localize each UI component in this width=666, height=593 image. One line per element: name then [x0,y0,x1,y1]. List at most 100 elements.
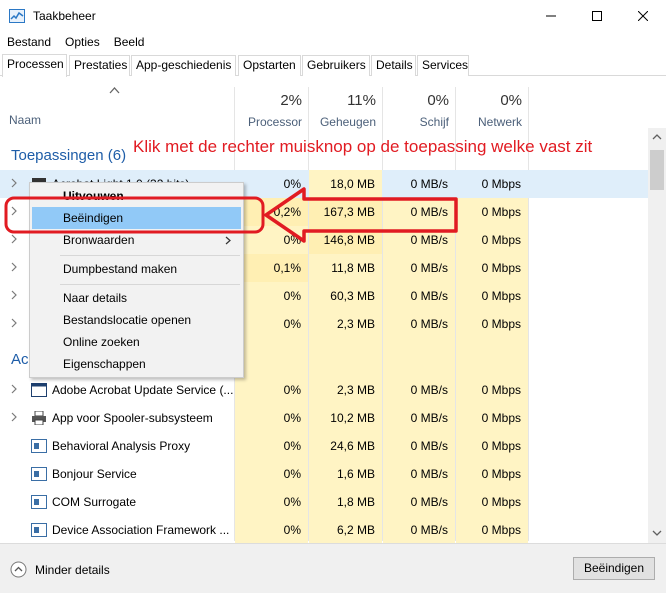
minimize-button[interactable] [528,0,574,31]
disk-value: 0 MB/s [383,282,455,310]
network-total: 0% [500,92,522,109]
menu-item-bronwaarden[interactable]: Bronwaarden [32,229,241,251]
menu-item-bestandslocatie[interactable]: Bestandslocatie openen [32,309,241,331]
menu-item-eigenschappen[interactable]: Eigenschappen [32,353,241,375]
scroll-up-icon[interactable] [652,134,662,140]
memory-value: 1,6 MB [309,460,382,488]
memory-value: 24,6 MB [309,432,382,460]
cpu-value: 0% [235,310,308,338]
chevron-right-icon[interactable] [10,261,18,273]
window-icon [31,383,47,397]
column-header-disk[interactable]: 0% Schijf [383,92,449,129]
disk-label: Schijf [419,115,449,129]
less-details-button[interactable]: Minder details [10,561,110,578]
menu-item-online-zoeken[interactable]: Online zoeken [32,331,241,353]
tab-gebruikers[interactable]: Gebruikers [302,55,370,76]
column-header-memory[interactable]: 11% Geheugen [309,92,376,129]
chevron-right-icon[interactable] [10,289,18,301]
chevron-right-icon[interactable] [10,233,18,245]
cell-bg [383,338,455,376]
chevron-right-icon[interactable] [10,383,18,395]
menu-beeld[interactable]: Beeld [107,35,152,49]
table-row[interactable]: COM Surrogate 0% 1,8 MB 0 MB/s 0 Mbps [0,488,648,516]
tab-details[interactable]: Details [371,55,416,76]
cpu-value: 0% [235,460,308,488]
disk-value: 0 MB/s [383,516,455,543]
vertical-scrollbar[interactable] [648,128,666,543]
menu-item-uitvouwen[interactable]: Uitvouwen [32,185,241,207]
disk-value: 0 MB/s [383,460,455,488]
column-header-network[interactable]: 0% Netwerk [456,92,522,129]
disk-value: 0 MB/s [383,226,455,254]
disk-value: 0 MB/s [383,254,455,282]
tab-services[interactable]: Services [417,55,469,76]
disk-value: 0 MB/s [383,404,455,432]
disk-value: 0 MB/s [383,488,455,516]
cpu-value: 0% [283,177,301,191]
network-value: 0 Mbps [456,282,528,310]
column-header-name[interactable]: Naam [9,113,41,127]
chevron-right-icon[interactable] [10,177,18,189]
menu-separator [60,284,240,285]
title-bar: Taakbeheer [0,0,666,31]
footer: Minder details Beëindigen [0,543,666,593]
disk-total: 0% [427,92,449,109]
table-row[interactable]: Bonjour Service 0% 1,6 MB 0 MB/s 0 Mbps [0,460,648,488]
service-icon [31,467,47,481]
column-header-cpu[interactable]: 2% Processor [235,92,302,129]
tab-bar: Processen Prestaties App-geschiedenis Op… [0,54,666,77]
table-row[interactable]: App voor Spooler-subsysteem 0% 10,2 MB 0… [0,404,648,432]
scroll-down-icon[interactable] [652,530,662,536]
cpu-value: 0% [235,488,308,516]
network-value: 0 Mbps [456,254,528,282]
network-value: 0 Mbps [456,516,528,543]
close-button[interactable] [620,0,666,31]
scrollbar-thumb[interactable] [650,150,664,190]
menu-opties[interactable]: Opties [58,35,107,49]
service-icon [31,439,47,453]
menu-item-naar-details[interactable]: Naar details [32,287,241,309]
disk-value: 0 MB/s [383,198,455,226]
disk-value: 0 MB/s [383,310,455,338]
cpu-value: 0% [235,282,308,310]
process-name: Device Association Framework ... [52,523,230,537]
menu-item-beeindigen[interactable]: Beëindigen [32,207,241,229]
menu-separator [60,255,240,256]
memory-value: 2,3 MB [309,376,382,404]
minimize-icon [546,15,556,16]
table-row[interactable]: Device Association Framework ... 0% 6,2 … [0,516,648,543]
menu-bar: Bestand Opties Beeld [0,31,151,52]
maximize-button[interactable] [574,0,620,31]
menu-bestand[interactable]: Bestand [0,35,58,49]
group-header-background[interactable]: Ac [11,351,29,368]
table-row[interactable]: Adobe Acrobat Update Service (... 0% 2,3… [0,376,648,404]
menu-item-dumpbestand[interactable]: Dumpbestand maken [32,258,241,280]
chevron-right-icon[interactable] [10,205,18,217]
group-header-apps[interactable]: Toepassingen (6) [11,147,126,164]
memory-value: 60,3 MB [309,282,382,310]
chevron-right-icon[interactable] [10,411,18,423]
network-value: 0 Mbps [456,432,528,460]
disk-value: 0 MB/s [410,177,448,191]
process-name: COM Surrogate [52,495,137,509]
memory-value: 1,8 MB [309,488,382,516]
cpu-value: 0% [235,516,308,543]
tab-prestaties[interactable]: Prestaties [69,55,130,76]
cell-bg [456,338,528,376]
tab-opstarten[interactable]: Opstarten [238,55,301,76]
process-name: Bonjour Service [52,467,137,481]
network-value: 0 Mbps [456,226,528,254]
tab-app-geschiedenis[interactable]: App-geschiedenis [131,55,236,76]
memory-value: 146,8 MB [309,226,382,254]
disk-value: 0 MB/s [383,376,455,404]
memory-total: 11% [347,92,376,109]
table-row[interactable]: Behavioral Analysis Proxy 0% 24,6 MB 0 M… [0,432,648,460]
tab-processen[interactable]: Processen [2,54,67,77]
less-details-label: Minder details [35,562,110,577]
menu-item-label: Bronwaarden [63,233,135,247]
network-value: 0 Mbps [456,488,528,516]
chevron-right-icon[interactable] [10,317,18,329]
end-task-button[interactable]: Beëindigen [573,557,655,580]
cpu-value: 0,1% [235,254,308,282]
memory-value: 11,8 MB [309,254,382,282]
